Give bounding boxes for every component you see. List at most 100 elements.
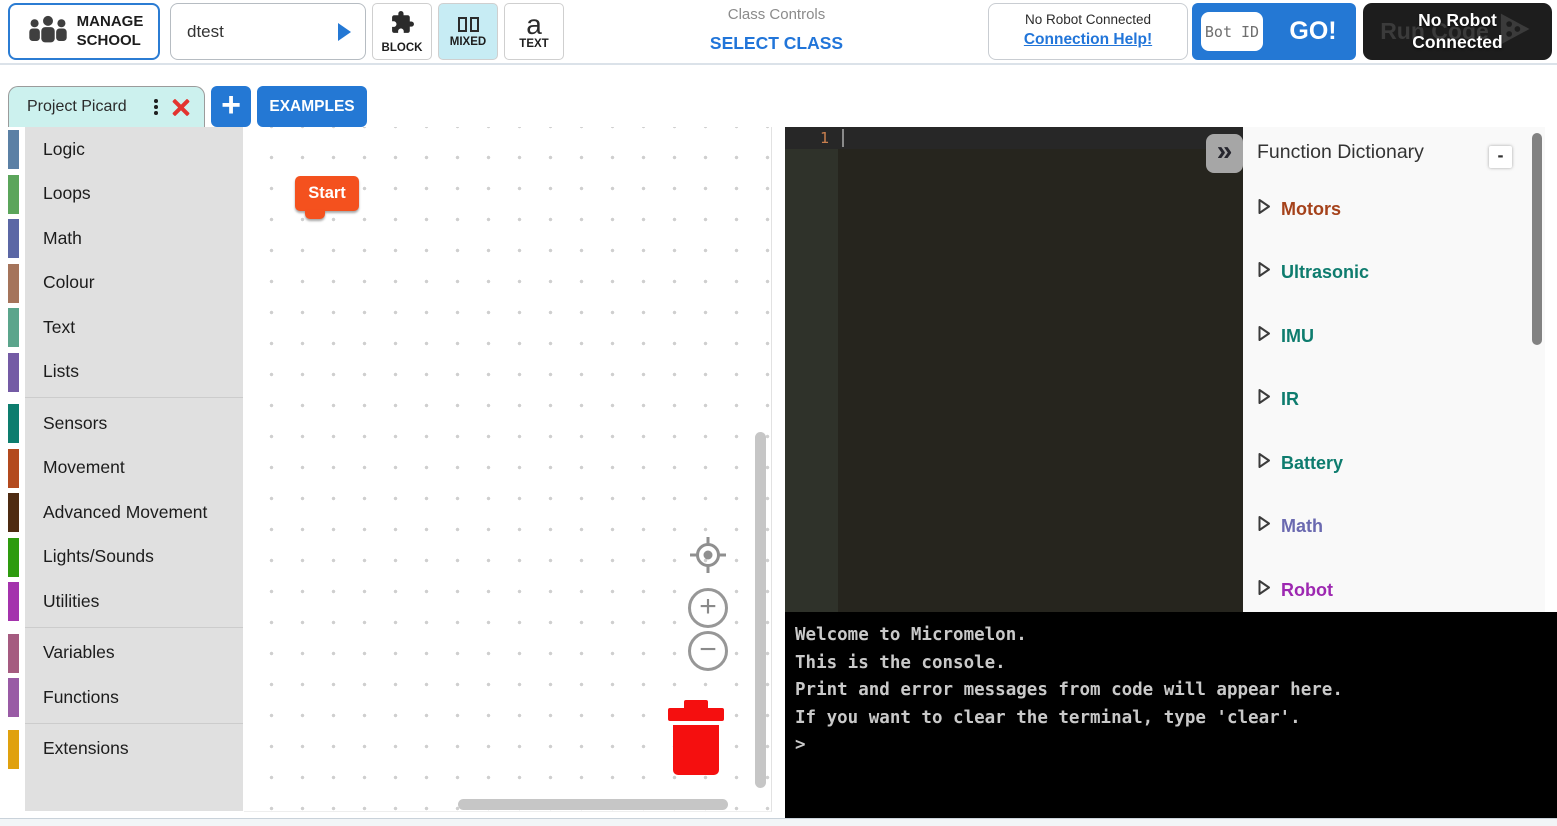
trash-can-button[interactable] [668,700,724,781]
dictionary-item-motors[interactable]: Motors [1257,196,1341,222]
console-line: This is the console. [795,650,1557,678]
toolbox-category-text[interactable]: Text [0,305,243,350]
dictionary-scrollbar[interactable] [1532,133,1542,345]
toolbox-category-lists[interactable]: Lists [0,350,243,395]
dropdown-play-icon [338,23,351,41]
category-color-chip [8,130,19,169]
manage-school-button[interactable]: MANAGE SCHOOL [8,3,160,60]
canvas-vertical-scrollbar[interactable] [755,432,766,788]
function-dictionary-panel: Function Dictionary - Motors Ultrasonic … [1243,127,1545,612]
editor-gutter [785,127,838,612]
toolbox-category-advanced-movement[interactable]: Advanced Movement [0,490,243,535]
top-bar: MANAGE SCHOOL dtest BLOCK MIXED a TEXT C… [0,0,1557,65]
project-tab-label: Project Picard [27,98,149,116]
console-line: Print and error messages from code will … [795,677,1557,705]
category-color-chip [8,634,19,673]
console-prompt: > [795,732,1557,760]
class-dropdown[interactable]: dtest [170,3,366,60]
toolbox-category-colour[interactable]: Colour [0,261,243,306]
function-dictionary-title: Function Dictionary [1257,141,1424,164]
project-close-icon[interactable] [171,98,190,117]
mode-block-label: BLOCK [382,42,423,54]
category-color-chip [8,493,19,532]
category-color-chip [8,730,19,769]
toolbox-category-lights-sounds[interactable]: Lights/Sounds [0,535,243,580]
collapse-editor-button[interactable]: » [1206,134,1243,173]
toolbox-group-divider [0,394,243,401]
editor-active-line [785,127,1243,149]
mode-text-button[interactable]: a TEXT [504,3,564,60]
connection-status-text: No Robot Connected [989,12,1187,27]
project-menu-kebab-icon[interactable] [149,96,163,118]
people-icon [25,13,71,50]
mode-block-button[interactable]: BLOCK [372,3,432,60]
dictionary-item-ir[interactable]: IR [1257,386,1299,412]
project-tabs-row: Project Picard + EXAMPLES [0,65,1557,127]
split-panels-icon [458,16,479,34]
category-color-chip [8,678,19,717]
bot-id-input[interactable] [1201,12,1263,51]
toolbox-category-logic[interactable]: Logic [0,127,243,172]
go-button[interactable]: GO! [1270,3,1356,60]
mode-text-label: TEXT [519,38,548,50]
mode-mixed-label: MIXED [450,36,486,48]
bot-connect-group: GO! [1192,3,1356,60]
select-class-dropdown[interactable]: SELECT CLASS [710,33,843,54]
dictionary-item-ultrasonic[interactable]: Ultrasonic [1257,259,1369,285]
console-terminal[interactable]: Welcome to Micromelon. This is the conso… [785,612,1557,818]
category-color-chip [8,353,19,392]
expand-triangle-icon [1257,261,1271,283]
zoom-out-button[interactable]: − [688,631,728,671]
toolbox-category-variables[interactable]: Variables [0,631,243,676]
project-tab[interactable]: Project Picard [8,86,205,127]
toolbox-category-movement[interactable]: Movement [0,446,243,491]
expand-triangle-icon [1257,452,1271,474]
toolbox-category-math[interactable]: Math [0,216,243,261]
category-color-chip [8,449,19,488]
canvas-horizontal-scrollbar[interactable] [458,799,728,810]
expand-triangle-icon [1257,325,1271,347]
block-workspace-canvas[interactable]: Start + − [244,127,772,812]
zoom-in-button[interactable]: + [688,588,728,628]
trash-icon [668,763,724,780]
dictionary-item-math[interactable]: Math [1257,513,1323,539]
expand-triangle-icon [1257,198,1271,220]
expand-triangle-icon [1257,515,1271,537]
dictionary-item-robot[interactable]: Robot [1257,577,1333,603]
category-color-chip [8,219,19,258]
start-block[interactable]: Start [295,176,359,211]
connection-help-link[interactable]: Connection Help! [1024,31,1152,49]
class-dropdown-value: dtest [187,22,338,42]
puzzle-icon [390,10,415,40]
manage-school-label-line1: MANAGE [77,13,144,32]
expand-triangle-icon [1257,388,1271,410]
toolbox-group-divider [0,624,243,631]
no-robot-connected-overlay: No Robot Connected [1363,3,1552,60]
toolbox-category-functions[interactable]: Functions [0,675,243,720]
console-line: Welcome to Micromelon. [795,622,1557,650]
category-color-chip [8,264,19,303]
examples-button[interactable]: EXAMPLES [257,86,367,127]
mode-mixed-button[interactable]: MIXED [438,3,498,60]
dictionary-item-battery[interactable]: Battery [1257,450,1343,476]
run-code-button[interactable]: Run Code No Robot Connected [1363,3,1552,60]
code-editor[interactable]: 1 [785,127,1243,612]
crosshair-icon [690,560,726,577]
dictionary-item-imu[interactable]: IMU [1257,323,1314,349]
add-project-button[interactable]: + [211,86,251,127]
page-footer-strip [0,818,1557,826]
toolbox-category-loops[interactable]: Loops [0,172,243,217]
category-color-chip [8,582,19,621]
expand-triangle-icon [1257,579,1271,601]
class-controls-title: Class Controls [620,6,933,23]
minimize-dictionary-button[interactable]: - [1489,146,1512,168]
console-line: If you want to clear the terminal, type … [795,705,1557,733]
toolbox-category-utilities[interactable]: Utilities [0,579,243,624]
class-controls-section: Class Controls SELECT CLASS [620,6,933,54]
toolbox-category-sensors[interactable]: Sensors [0,401,243,446]
connection-status-box: No Robot Connected Connection Help! [988,3,1188,60]
center-workspace-button[interactable] [690,537,726,578]
toolbox-group-divider [0,720,243,727]
toolbox-category-extensions[interactable]: Extensions [0,727,243,772]
category-color-chip [8,538,19,577]
